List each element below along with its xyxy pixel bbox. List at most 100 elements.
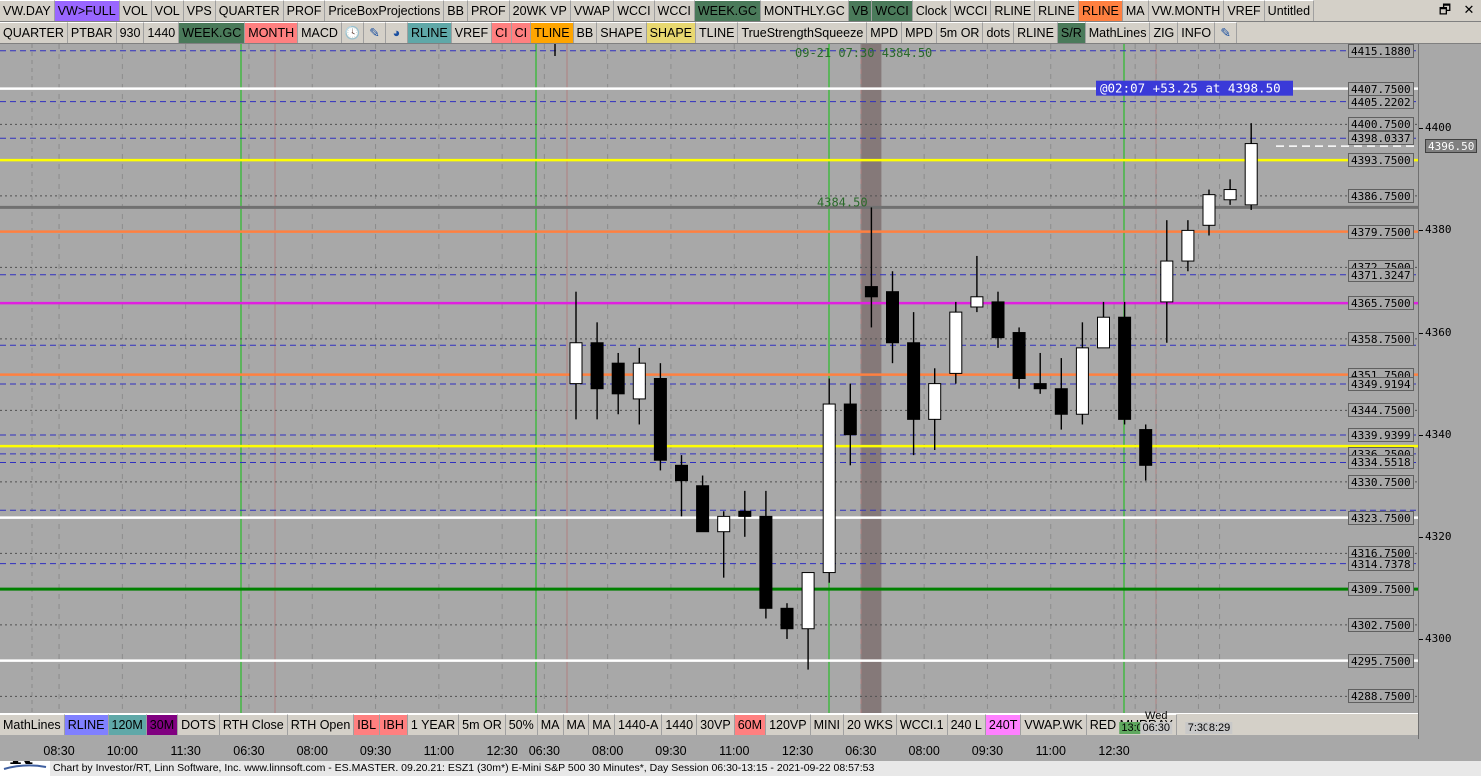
30m-button[interactable]: 30M bbox=[146, 714, 179, 735]
30vp-button[interactable]: 30VP bbox=[697, 714, 735, 735]
week-gc-button[interactable]: WEEK.GC bbox=[694, 0, 761, 21]
prof-button[interactable]: PROF bbox=[283, 0, 326, 21]
bb-button[interactable]: BB bbox=[573, 22, 598, 43]
rline-button[interactable]: RLINE bbox=[1014, 22, 1058, 43]
pencil-icon[interactable]: ✎ bbox=[363, 22, 386, 43]
vol-button[interactable]: VOL bbox=[119, 0, 152, 21]
vb-button[interactable]: VB bbox=[848, 0, 873, 21]
refresh-icon[interactable]: ◕ bbox=[385, 22, 408, 43]
shape-button[interactable]: SHAPE bbox=[646, 22, 697, 43]
1440-button[interactable]: 1440 bbox=[144, 22, 180, 43]
vw-full-button[interactable]: VW>FULL bbox=[54, 0, 120, 21]
candle-body bbox=[1075, 347, 1089, 415]
ptbar-button[interactable]: PTBAR bbox=[67, 22, 117, 43]
level-price-label: 4415.1880 bbox=[1348, 43, 1414, 58]
time-axis[interactable]: 08:30 10:00 11:30 06:30 08:00 09:30 11:00 12:30… bbox=[0, 710, 1418, 761]
pencil-icon[interactable]: ✎ bbox=[1215, 22, 1238, 43]
shape-button[interactable]: SHAPE bbox=[597, 22, 647, 43]
dots-button[interactable]: DOTS bbox=[178, 714, 220, 735]
240-l-button[interactable]: 240 L bbox=[947, 714, 986, 735]
vol-button[interactable]: VOL bbox=[151, 0, 184, 21]
prof-button[interactable]: PROF bbox=[467, 0, 510, 21]
chart-plot-area[interactable]: 09-21 07:30 4384.50 4384.50 @02:07 +53.25 … bbox=[0, 44, 1418, 713]
120vp-button[interactable]: 120VP bbox=[766, 714, 811, 735]
time-tick-label: 11:00 bbox=[1035, 744, 1066, 758]
candle-body bbox=[928, 383, 942, 420]
rline-button[interactable]: RLINE bbox=[64, 714, 109, 735]
price-tick-label: 4300 bbox=[1425, 631, 1452, 645]
60m-button[interactable]: 60M bbox=[734, 714, 767, 735]
restore-icon[interactable]: 🗗 bbox=[1433, 0, 1457, 22]
vwap-wk-button[interactable]: VWAP.WK bbox=[1021, 714, 1087, 735]
vw-day-button[interactable]: VW.DAY bbox=[0, 0, 55, 21]
ma-button[interactable]: MA bbox=[563, 714, 590, 735]
ma-button[interactable]: MA bbox=[537, 714, 564, 735]
wcci-1-button[interactable]: WCCI.1 bbox=[896, 714, 948, 735]
rline-button[interactable]: RLINE bbox=[1079, 0, 1123, 21]
wcci-button[interactable]: WCCI bbox=[951, 0, 992, 21]
vw-month-button[interactable]: VW.MONTH bbox=[1148, 0, 1225, 21]
rth-open-button[interactable]: RTH Open bbox=[287, 714, 355, 735]
rth-close-button[interactable]: RTH Close bbox=[219, 714, 288, 735]
bb-button[interactable]: BB bbox=[444, 0, 468, 21]
clock-button[interactable]: Clock bbox=[912, 0, 952, 21]
vwap-button[interactable]: VWAP bbox=[570, 0, 615, 21]
1440-a-button[interactable]: 1440-A bbox=[615, 714, 663, 735]
wcci-button[interactable]: WCCI bbox=[872, 0, 913, 21]
mpd-button[interactable]: MPD bbox=[902, 22, 937, 43]
tline-button[interactable]: TLINE bbox=[531, 22, 574, 43]
quarter-button[interactable]: QUARTER bbox=[215, 0, 284, 21]
price-axis[interactable]: 4300 4320 4340 4360 4380 4400 4396.50 bbox=[1418, 44, 1481, 739]
priceboxprojections-button[interactable]: PriceBoxProjections bbox=[325, 0, 445, 21]
tline-button[interactable]: TLINE bbox=[696, 22, 739, 43]
ibl-button[interactable]: IBL bbox=[354, 714, 381, 735]
240t-button[interactable]: 240T bbox=[985, 714, 1022, 735]
macd-button[interactable]: MACD bbox=[298, 22, 342, 43]
20wk-vp-button[interactable]: 20WK VP bbox=[509, 0, 571, 21]
ma-button[interactable]: MA bbox=[589, 714, 616, 735]
1440-button[interactable]: 1440 bbox=[662, 714, 698, 735]
5m-or-button[interactable]: 5m OR bbox=[459, 714, 506, 735]
window-controls: 🗗 ✕ bbox=[1433, 0, 1481, 22]
mathlines-button[interactable]: MathLines bbox=[0, 714, 65, 735]
vref-button[interactable]: VREF bbox=[451, 22, 493, 43]
mini-button[interactable]: MINI bbox=[810, 714, 844, 735]
930-button[interactable]: 930 bbox=[116, 22, 145, 43]
indicator-toolbar-top: VW.DAY VW>FULL VOL VOL VPS QUARTER PROF PriceBo… bbox=[0, 0, 1481, 22]
ibh-button[interactable]: IBH bbox=[380, 714, 408, 735]
untitled-button[interactable]: Untitled bbox=[1264, 0, 1315, 21]
rline-button[interactable]: RLINE bbox=[1035, 0, 1079, 21]
1-year-button[interactable]: 1 YEAR bbox=[407, 714, 460, 735]
mpd-button[interactable]: MPD bbox=[867, 22, 903, 43]
level-price-label: 4358.7500 bbox=[1348, 331, 1414, 346]
5m-or-button[interactable]: 5m OR bbox=[936, 22, 984, 43]
mathlines-button[interactable]: MathLines bbox=[1085, 22, 1151, 43]
vps-button[interactable]: VPS bbox=[183, 0, 216, 21]
truestrengthsqueeze-button[interactable]: TrueStrengthSqueeze bbox=[738, 22, 868, 43]
zig-button[interactable]: ZIG bbox=[1150, 22, 1179, 43]
candlestick-chart[interactable]: 09-21 07:30 4384.50 4384.50 @02:07 +53.25 … bbox=[0, 44, 1418, 713]
monthly-gc-button[interactable]: MONTHLY.GC bbox=[760, 0, 849, 21]
level-price-label: 4371.3247 bbox=[1348, 267, 1414, 282]
s-r-button[interactable]: S/R bbox=[1057, 22, 1086, 43]
month-button[interactable]: MONTH bbox=[245, 22, 299, 43]
wcci-button[interactable]: WCCI bbox=[614, 0, 655, 21]
level-price-label: 4344.7500 bbox=[1348, 403, 1414, 418]
dots-button[interactable]: dots bbox=[983, 22, 1015, 43]
wcci-button[interactable]: WCCI bbox=[654, 0, 695, 21]
vref-button[interactable]: VREF bbox=[1224, 0, 1265, 21]
info-button[interactable]: INFO bbox=[1178, 22, 1216, 43]
rline-button[interactable]: RLINE bbox=[407, 22, 452, 43]
candle-body bbox=[696, 485, 710, 533]
50-button[interactable]: 50% bbox=[505, 714, 538, 735]
ma-button[interactable]: MA bbox=[1122, 0, 1149, 21]
close-icon[interactable]: ✕ bbox=[1457, 0, 1481, 22]
week-gc-button[interactable]: WEEK.GC bbox=[179, 22, 246, 43]
ci-button[interactable]: CI bbox=[492, 22, 512, 43]
120m-button[interactable]: 120M bbox=[108, 714, 147, 735]
rline-button[interactable]: RLINE bbox=[991, 0, 1036, 21]
ci-button[interactable]: CI bbox=[511, 22, 532, 43]
20-wks-button[interactable]: 20 WKS bbox=[843, 714, 897, 735]
clock-icon[interactable]: 🕓 bbox=[341, 22, 364, 43]
quarter-button[interactable]: QUARTER bbox=[0, 22, 68, 43]
